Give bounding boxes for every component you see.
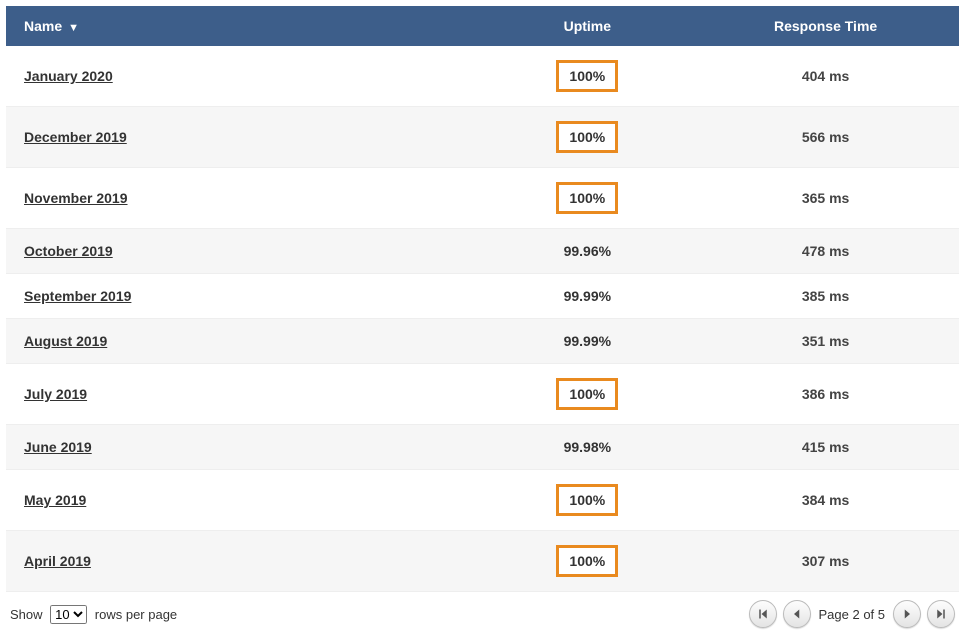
cell-uptime: 99.99% [483,274,693,319]
show-label-post: rows per page [95,607,177,622]
uptime-badge: 100% [556,182,618,214]
cell-uptime: 100% [483,46,693,107]
table-row: June 2019 99.98% 415 ms [6,425,959,470]
table-row: December 2019 100% 566 ms [6,107,959,168]
table-row: September 2019 99.99% 385 ms [6,274,959,319]
uptime-value: 99.99% [564,288,611,304]
table-header-row: Name ▼ Uptime Response Time [6,6,959,46]
cell-uptime: 100% [483,364,693,425]
response-value: 365 ms [802,190,849,206]
cell-response: 404 ms [692,46,959,107]
cell-name: January 2020 [6,46,483,107]
last-page-button[interactable] [927,600,955,628]
cell-uptime: 100% [483,531,693,592]
rows-per-page-select[interactable]: 10 [50,605,87,624]
response-value: 384 ms [802,492,849,508]
uptime-table: Name ▼ Uptime Response Time January 2020 1… [6,6,959,592]
cell-response: 566 ms [692,107,959,168]
header-uptime[interactable]: Uptime [483,6,693,46]
response-value: 386 ms [802,386,849,402]
cell-name: May 2019 [6,470,483,531]
next-page-button[interactable] [893,600,921,628]
first-page-button[interactable] [749,600,777,628]
show-label-pre: Show [10,607,43,622]
uptime-value: 99.96% [564,243,611,259]
cell-name: April 2019 [6,531,483,592]
response-value: 566 ms [802,129,849,145]
first-page-icon [757,608,769,620]
pagination: Page 2 of 5 [749,600,956,628]
table-row: August 2019 99.99% 351 ms [6,319,959,364]
response-value: 404 ms [802,68,849,84]
prev-page-icon [791,608,803,620]
month-link[interactable]: January 2020 [24,68,113,84]
cell-response: 478 ms [692,229,959,274]
response-value: 385 ms [802,288,849,304]
cell-response: 415 ms [692,425,959,470]
month-link[interactable]: July 2019 [24,386,87,402]
month-link[interactable]: April 2019 [24,553,91,569]
header-response[interactable]: Response Time [692,6,959,46]
cell-uptime: 99.99% [483,319,693,364]
table-row: October 2019 99.96% 478 ms [6,229,959,274]
sort-desc-icon: ▼ [68,22,79,34]
month-link[interactable]: October 2019 [24,243,113,259]
cell-name: October 2019 [6,229,483,274]
table-row: May 2019 100% 384 ms [6,470,959,531]
cell-response: 385 ms [692,274,959,319]
cell-uptime: 99.98% [483,425,693,470]
page-indicator: Page 2 of 5 [819,607,886,622]
last-page-icon [935,608,947,620]
header-name[interactable]: Name ▼ [6,6,483,46]
month-link[interactable]: November 2019 [24,190,128,206]
month-link[interactable]: August 2019 [24,333,107,349]
cell-uptime: 100% [483,470,693,531]
uptime-badge: 100% [556,378,618,410]
cell-name: November 2019 [6,168,483,229]
cell-uptime: 99.96% [483,229,693,274]
cell-name: September 2019 [6,274,483,319]
header-uptime-label: Uptime [564,18,611,34]
uptime-badge: 100% [556,121,618,153]
prev-page-button[interactable] [783,600,811,628]
month-link[interactable]: September 2019 [24,288,131,304]
month-link[interactable]: June 2019 [24,439,92,455]
cell-name: July 2019 [6,364,483,425]
month-link[interactable]: May 2019 [24,492,86,508]
table-row: January 2020 100% 404 ms [6,46,959,107]
cell-name: June 2019 [6,425,483,470]
uptime-badge: 100% [556,60,618,92]
month-link[interactable]: December 2019 [24,129,127,145]
response-value: 478 ms [802,243,849,259]
next-page-icon [901,608,913,620]
cell-name: December 2019 [6,107,483,168]
cell-uptime: 100% [483,107,693,168]
response-value: 307 ms [802,553,849,569]
header-response-label: Response Time [774,18,877,34]
table-footer: Show 10 rows per page Page 2 of 5 [6,592,959,628]
cell-response: 365 ms [692,168,959,229]
table-row: November 2019 100% 365 ms [6,168,959,229]
uptime-badge: 100% [556,484,618,516]
response-value: 415 ms [802,439,849,455]
cell-response: 386 ms [692,364,959,425]
response-value: 351 ms [802,333,849,349]
table-row: April 2019 100% 307 ms [6,531,959,592]
uptime-badge: 100% [556,545,618,577]
cell-response: 351 ms [692,319,959,364]
header-name-label: Name [24,18,62,34]
cell-uptime: 100% [483,168,693,229]
rows-per-page-control: Show 10 rows per page [10,605,177,624]
cell-name: August 2019 [6,319,483,364]
uptime-value: 99.99% [564,333,611,349]
table-row: July 2019 100% 386 ms [6,364,959,425]
uptime-value: 99.98% [564,439,611,455]
cell-response: 384 ms [692,470,959,531]
cell-response: 307 ms [692,531,959,592]
